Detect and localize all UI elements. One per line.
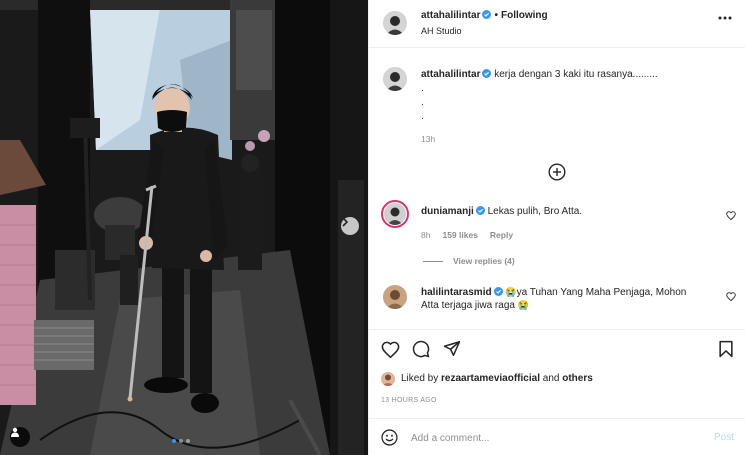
author-avatar[interactable]	[383, 11, 407, 35]
verified-badge-icon	[482, 69, 492, 78]
caption-line: attahalilintar kerja dengan 3 kaki itu r…	[421, 69, 658, 80]
add-comment-bar: Post	[369, 418, 745, 455]
post-timestamp[interactable]: 13 HOURS AGO	[381, 397, 437, 404]
reply-button[interactable]: Reply	[490, 230, 513, 240]
comment-line-2: Atta terjaga jiwa raga 😭	[421, 300, 529, 311]
header-name-line: attahalilintar • Following	[421, 10, 548, 21]
comment-line: duniamanji Lekas pulih, Bro Atta.	[421, 206, 582, 217]
heart-icon[interactable]	[726, 211, 736, 220]
carousel-indicator	[172, 439, 190, 443]
verified-badge-icon	[493, 287, 503, 296]
liked-by-line: Liked by rezaartameviaofficial and other…	[401, 373, 593, 384]
view-replies-label: View replies (4)	[453, 256, 515, 266]
post-header: attahalilintar • Following AH Studio	[369, 0, 745, 48]
post-comment-button[interactable]: Post	[714, 432, 734, 443]
following-button[interactable]: Following	[501, 10, 548, 21]
caption-username[interactable]: attahalilintar	[421, 69, 480, 80]
verified-badge-icon	[475, 206, 485, 215]
share-icon[interactable]	[443, 340, 461, 357]
comment-likes[interactable]: 159 likes	[442, 230, 477, 240]
author-username[interactable]: attahalilintar	[421, 10, 480, 21]
carousel-dot	[179, 439, 183, 443]
comment-avatar[interactable]	[381, 200, 409, 228]
liked-by-others[interactable]: others	[562, 373, 593, 384]
liked-by-user[interactable]: rezaartameviaofficial	[441, 373, 540, 384]
caption-avatar[interactable]	[383, 67, 407, 91]
comment-text: Lekas pulih, Bro Atta.	[487, 206, 583, 217]
comment-avatar[interactable]	[383, 285, 407, 309]
photo-image	[0, 0, 368, 455]
comment-icon[interactable]	[412, 340, 430, 358]
caption-dot-line: .	[421, 111, 424, 122]
bookmark-icon[interactable]	[719, 340, 733, 358]
liker-avatar[interactable]	[381, 372, 395, 386]
liked-by-and: and	[542, 373, 560, 384]
liked-by-prefix: Liked by	[401, 373, 439, 384]
comment-input[interactable]	[411, 429, 691, 447]
plus-circle-icon[interactable]	[548, 163, 566, 181]
emoji-icon[interactable]	[381, 429, 398, 446]
tagged-users-button[interactable]	[10, 427, 30, 447]
comment-username[interactable]: duniamanji	[421, 206, 474, 217]
post-side-panel: attahalilintar • Following AH Studio attah…	[368, 0, 745, 455]
comment-time[interactable]: 8h	[421, 230, 430, 240]
verified-badge-icon	[482, 10, 492, 19]
more-options-icon[interactable]	[718, 16, 732, 20]
heart-icon[interactable]	[381, 341, 400, 358]
carousel-dot-active	[172, 439, 176, 443]
post-actions: Liked by rezaartameviaofficial and other…	[369, 329, 745, 417]
comment-meta: 8h 159 likes Reply	[421, 230, 525, 240]
emoji-crying: 😭	[505, 287, 517, 297]
replies-divider	[423, 260, 443, 262]
caption-time[interactable]: 13h	[421, 134, 435, 144]
carousel-dot	[186, 439, 190, 443]
emoji-crying: 😭	[517, 300, 529, 310]
post-photo[interactable]	[0, 0, 368, 455]
post-location[interactable]: AH Studio	[421, 26, 462, 36]
caption-dot-line: .	[421, 97, 424, 108]
comments-section[interactable]: attahalilintar kerja dengan 3 kaki itu r…	[369, 49, 745, 329]
chevron-right-icon	[342, 217, 349, 227]
view-replies-button[interactable]: View replies (4)	[423, 256, 515, 266]
comment-text: ya Tuhan Yang Maha Penjaga, Mohon	[516, 287, 687, 298]
carousel-next-button[interactable]	[341, 217, 359, 235]
header-separator: •	[494, 10, 498, 21]
comment-username[interactable]: halilintarasmid	[421, 287, 492, 298]
comment-line: halilintarasmid 😭ya Tuhan Yang Maha Penj…	[421, 287, 686, 298]
caption-dot-line: .	[421, 83, 424, 94]
user-tag-icon	[11, 427, 19, 437]
comment-text: Atta terjaga jiwa raga	[421, 300, 515, 311]
heart-icon[interactable]	[726, 292, 736, 301]
caption-text: kerja dengan 3 kaki itu rasanya.........	[494, 69, 658, 80]
